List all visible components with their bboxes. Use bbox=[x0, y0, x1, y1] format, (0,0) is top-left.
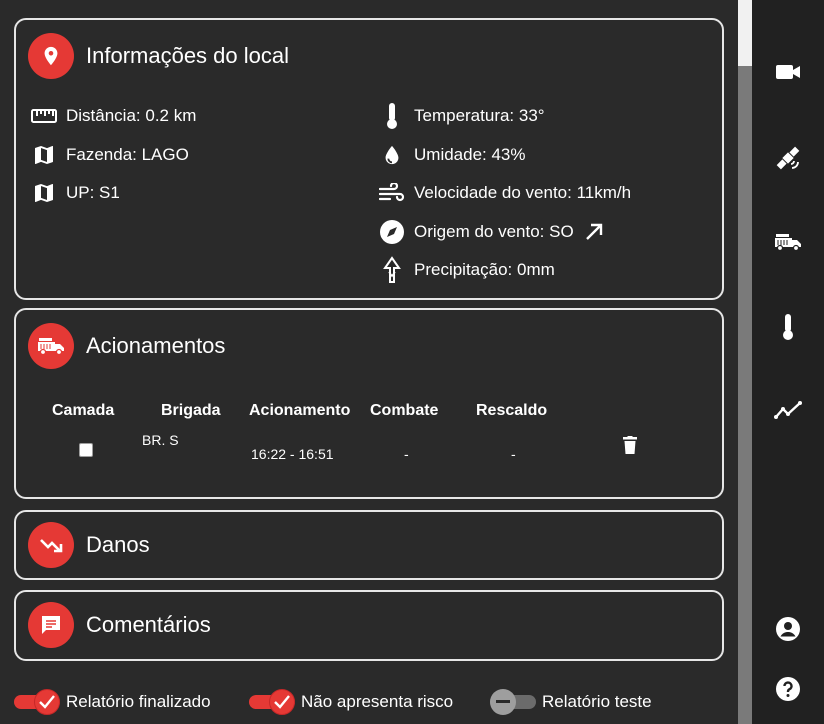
temperature-text: Temperatura: 33° bbox=[414, 106, 545, 125]
acionamentos-header[interactable]: Acionamentos bbox=[28, 322, 225, 370]
video-camera-icon[interactable] bbox=[774, 58, 802, 86]
thermometer-icon[interactable] bbox=[774, 313, 802, 341]
comentarios-header[interactable]: Comentários bbox=[28, 601, 211, 649]
col-header-rescaldo: Rescaldo bbox=[476, 402, 548, 419]
humidity-text: Umidade: 43% bbox=[414, 145, 526, 164]
fire-truck-icon[interactable] bbox=[774, 228, 802, 256]
precipitation-text: Precipitação: 0mm bbox=[414, 260, 555, 279]
col-header-camada: Camada bbox=[52, 402, 115, 419]
toggle-label: Relatório teste bbox=[542, 692, 652, 711]
arrow-up-right-icon bbox=[584, 222, 604, 242]
comment-icon bbox=[28, 602, 74, 648]
acionamentos-card: Acionamentos Camada Brigada Acionamento … bbox=[14, 308, 724, 499]
danos-header[interactable]: Danos bbox=[28, 521, 150, 569]
check-icon bbox=[269, 689, 295, 715]
col-header-combate: Combate bbox=[370, 402, 439, 419]
account-icon[interactable] bbox=[774, 615, 802, 643]
up-text: UP: S1 bbox=[66, 183, 120, 202]
map-icon bbox=[30, 141, 58, 169]
wind-origin-item: Origem do vento: SO bbox=[378, 218, 604, 246]
comentarios-title: Comentários bbox=[86, 612, 211, 637]
col-header-acionamento: Acionamento bbox=[249, 402, 351, 419]
info-card: Informações do local Distância: 0.2 km F… bbox=[14, 18, 724, 300]
satellite-icon[interactable] bbox=[774, 144, 802, 172]
humidity-item: Umidade: 43% bbox=[378, 141, 526, 169]
wind-speed-text: Velocidade do vento: 11km/h bbox=[414, 183, 632, 202]
acionamentos-title: Acionamentos bbox=[86, 333, 226, 358]
switch-off[interactable] bbox=[490, 689, 536, 715]
fire-truck-icon bbox=[28, 323, 74, 369]
map-icon bbox=[30, 179, 58, 207]
precipitation-icon bbox=[378, 256, 406, 284]
camada-checkbox[interactable] bbox=[79, 443, 93, 457]
farm-text: Fazenda: LAGO bbox=[66, 145, 189, 164]
info-card-title: Informações do local bbox=[86, 43, 289, 68]
combate-cell: - bbox=[404, 446, 409, 462]
comentarios-card: Comentários bbox=[14, 590, 724, 661]
farm-item: Fazenda: LAGO bbox=[30, 141, 189, 169]
rescaldo-cell: - bbox=[511, 446, 516, 462]
temperature-item: Temperatura: 33° bbox=[378, 102, 545, 130]
delete-icon[interactable] bbox=[623, 436, 639, 456]
right-sidebar bbox=[752, 0, 824, 724]
col-header-brigada: Brigada bbox=[161, 402, 221, 419]
toggle-nao-apresenta-risco[interactable]: Não apresenta risco bbox=[249, 686, 453, 718]
switch-on[interactable] bbox=[249, 689, 295, 715]
toggle-relatorio-teste[interactable]: Relatório teste bbox=[490, 686, 652, 718]
scrollbar-thumb[interactable] bbox=[738, 0, 752, 66]
wind-origin-text: Origem do vento: SO bbox=[414, 222, 574, 241]
precipitation-item: Precipitação: 0mm bbox=[378, 256, 555, 284]
toggle-relatorio-finalizado[interactable]: Relatório finalizado bbox=[14, 686, 211, 718]
check-icon bbox=[34, 689, 60, 715]
thermometer-icon bbox=[378, 102, 406, 130]
distance-item: Distância: 0.2 km bbox=[30, 102, 196, 130]
main-panel: Informações do local Distância: 0.2 km F… bbox=[0, 0, 738, 724]
trend-line-icon[interactable] bbox=[774, 396, 802, 424]
danos-title: Danos bbox=[86, 532, 150, 557]
water-drop-icon bbox=[378, 141, 406, 169]
wind-icon bbox=[378, 179, 406, 207]
wind-speed-item: Velocidade do vento: 11km/h bbox=[378, 179, 631, 207]
location-pin-icon bbox=[28, 33, 74, 79]
ruler-icon bbox=[30, 102, 58, 130]
help-icon[interactable] bbox=[774, 675, 802, 703]
switch-on[interactable] bbox=[14, 689, 60, 715]
minus-icon bbox=[490, 689, 516, 715]
toggle-label: Não apresenta risco bbox=[301, 692, 454, 711]
danos-card: Danos bbox=[14, 510, 724, 580]
brigada-cell: BR. S bbox=[142, 432, 179, 448]
compass-icon bbox=[378, 218, 406, 246]
distance-text: Distância: 0.2 km bbox=[66, 106, 197, 125]
acionamento-cell: 16:22 - 16:51 bbox=[251, 446, 334, 462]
info-card-header[interactable]: Informações do local bbox=[28, 32, 289, 80]
toggle-label: Relatório finalizado bbox=[66, 692, 211, 711]
trending-down-icon bbox=[28, 522, 74, 568]
up-item: UP: S1 bbox=[30, 179, 120, 207]
scrollbar[interactable] bbox=[738, 0, 752, 724]
